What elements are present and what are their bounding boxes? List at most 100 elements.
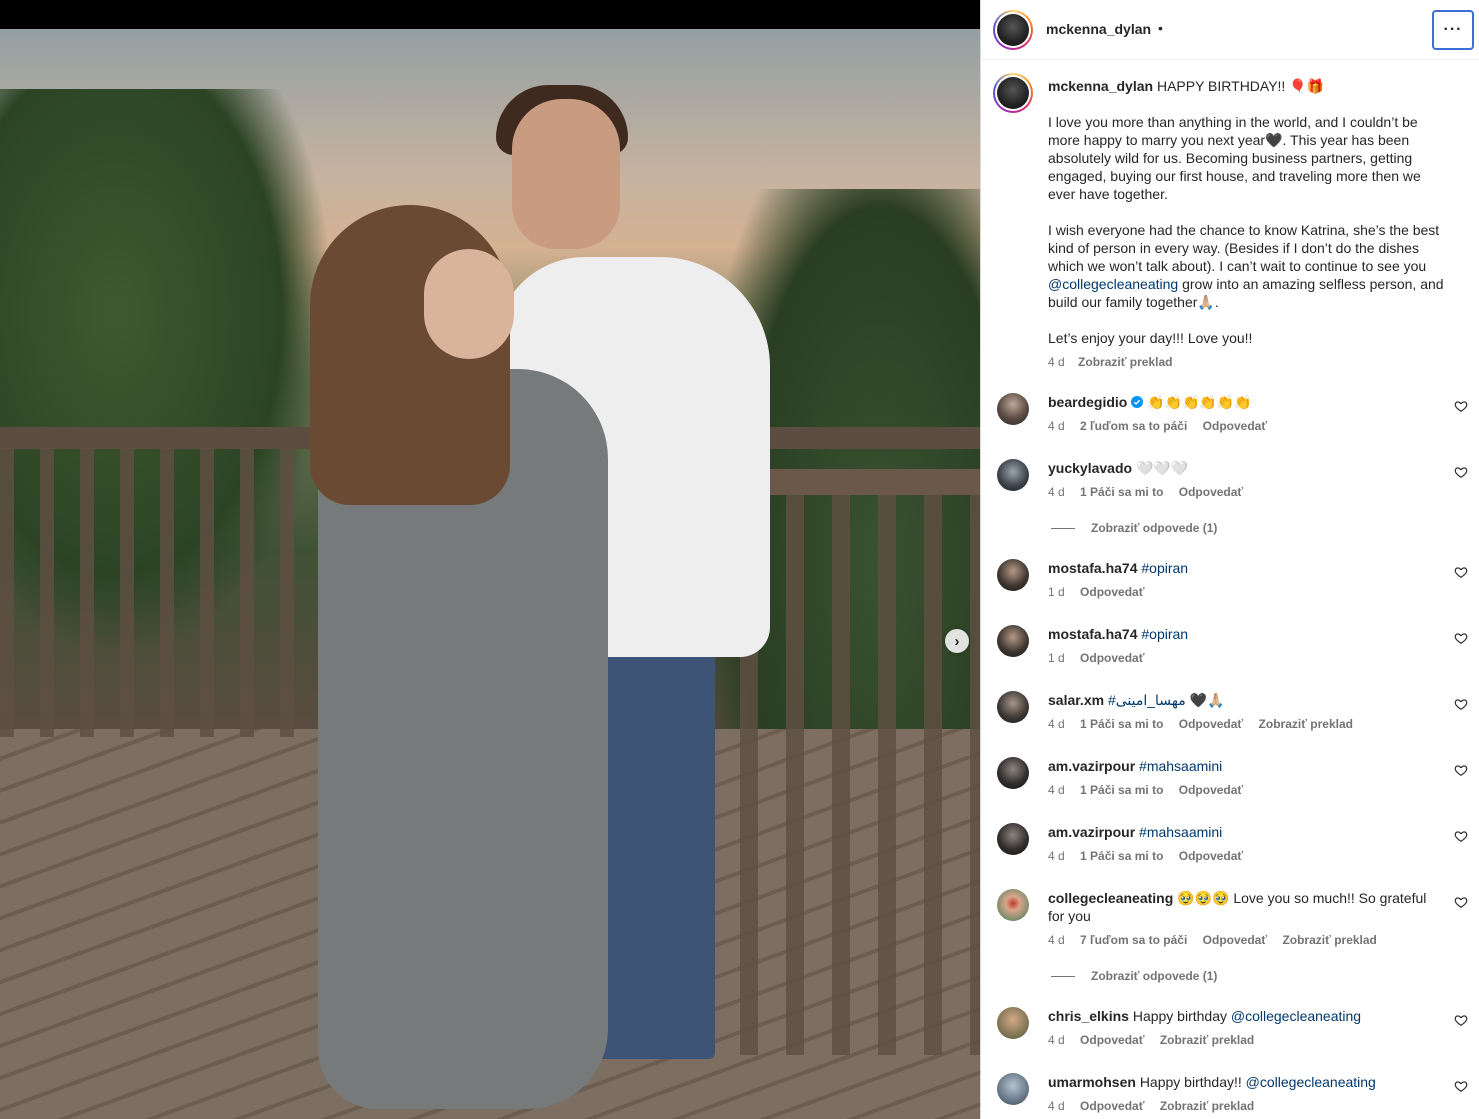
comment-time[interactable]: 4 d — [1048, 717, 1065, 731]
comment-time[interactable]: 4 d — [1048, 419, 1065, 433]
translate-link[interactable]: Zobraziť preklad — [1160, 1099, 1254, 1113]
comment-time[interactable]: 4 d — [1048, 1033, 1065, 1047]
comment-time[interactable]: 4 d — [1048, 783, 1065, 797]
next-photo-button[interactable]: › — [945, 629, 969, 653]
comment-meta: 4 d Odpovedať Zobraziť preklad — [1048, 1097, 1443, 1115]
translate-link[interactable]: Zobraziť preklad — [1078, 355, 1172, 369]
reply-button[interactable]: Odpovedať — [1080, 1033, 1144, 1047]
comment-username[interactable]: yuckylavado — [1048, 460, 1132, 476]
comment-meta: 4 d 1 Páči sa mi to Odpovedať — [1048, 847, 1443, 865]
comment-username[interactable]: umarmohsen — [1048, 1074, 1136, 1090]
translate-link[interactable]: Zobraziť preklad — [1282, 933, 1376, 947]
avatar[interactable] — [997, 625, 1029, 657]
comment-meta: 1 d Odpovedať — [1048, 583, 1443, 601]
photo-railing — [740, 495, 980, 1055]
reply-button[interactable]: Odpovedať — [1203, 933, 1267, 947]
chevron-right-icon: › — [954, 632, 960, 650]
caption-paragraph: I wish everyone had the chance to know K… — [1048, 222, 1444, 310]
heart-outline-icon[interactable] — [1454, 465, 1468, 479]
comment-time[interactable]: 4 d — [1048, 933, 1065, 947]
comment-text: 👏👏👏👏👏👏 — [1147, 394, 1252, 410]
comment-time[interactable]: 4 d — [1048, 485, 1065, 499]
divider — [1051, 975, 1075, 977]
heart-outline-icon[interactable] — [1454, 895, 1468, 909]
avatar[interactable] — [997, 393, 1029, 425]
heart-outline-icon[interactable] — [1454, 631, 1468, 645]
comment-username[interactable]: salar.xm — [1048, 692, 1104, 708]
comment-likes[interactable]: 1 Páči sa mi to — [1080, 849, 1163, 863]
heart-outline-icon[interactable] — [1454, 399, 1468, 413]
translate-link[interactable]: Zobraziť preklad — [1259, 717, 1353, 731]
photo-pane: › — [0, 0, 980, 1119]
reply-button[interactable]: Odpovedať — [1080, 1099, 1144, 1113]
caption-paragraph: I love you more than anything in the wor… — [1048, 114, 1421, 202]
comment-time[interactable]: 4 d — [1048, 1099, 1065, 1113]
comment-username[interactable]: mostafa.ha74 — [1048, 560, 1137, 576]
comment-likes[interactable]: 1 Páči sa mi to — [1080, 485, 1163, 499]
separator-dot: • — [1158, 20, 1163, 36]
reply-button[interactable]: Odpovedať — [1080, 585, 1144, 599]
view-replies-button[interactable]: Zobraziť odpovede (1) — [1051, 521, 1217, 535]
comment-time[interactable]: 1 d — [1048, 585, 1065, 599]
heart-outline-icon[interactable] — [1454, 565, 1468, 579]
heart-outline-icon[interactable] — [1454, 1079, 1468, 1093]
more-options-button[interactable]: ··· — [1432, 10, 1474, 50]
view-replies-button[interactable]: Zobraziť odpovede (1) — [1051, 969, 1217, 983]
hashtag-link[interactable]: #mahsaamini — [1139, 758, 1222, 774]
avatar[interactable] — [997, 889, 1029, 921]
reply-button[interactable]: Odpovedať — [1179, 849, 1243, 863]
avatar[interactable] — [997, 459, 1029, 491]
reply-button[interactable]: Odpovedať — [1203, 419, 1267, 433]
hashtag-link[interactable]: #opiran — [1141, 560, 1188, 576]
comment-meta: 4 d 1 Páči sa mi to Odpovedať — [1048, 483, 1443, 501]
comment-username[interactable]: chris_elkins — [1048, 1008, 1129, 1024]
translate-link[interactable]: Zobraziť preklad — [1160, 1033, 1254, 1047]
comment-time[interactable]: 1 d — [1048, 651, 1065, 665]
heart-outline-icon[interactable] — [1454, 697, 1468, 711]
hashtag-link[interactable]: #mahsaamini — [1139, 824, 1222, 840]
photo-top-bar — [0, 0, 980, 29]
heart-outline-icon[interactable] — [1454, 829, 1468, 843]
comment-meta: 4 d Odpovedať Zobraziť preklad — [1048, 1031, 1443, 1049]
avatar[interactable] — [997, 1007, 1029, 1039]
more-horizontal-icon: ··· — [1443, 21, 1463, 38]
caption-meta: 4 d Zobraziť preklad — [1048, 353, 1448, 371]
avatar[interactable] — [997, 559, 1029, 591]
comment-text: 🤍🤍🤍 — [1135, 460, 1189, 476]
comment-username[interactable]: am.vazirpour — [1048, 758, 1135, 774]
avatar[interactable] — [993, 73, 1033, 113]
mention-link[interactable]: @collegecleaneating — [1231, 1008, 1361, 1024]
avatar[interactable] — [997, 823, 1029, 855]
caption-time[interactable]: 4 d — [1048, 355, 1065, 369]
comment-username[interactable]: mostafa.ha74 — [1048, 626, 1137, 642]
comment-likes[interactable]: 1 Páči sa mi to — [1080, 717, 1163, 731]
heart-outline-icon[interactable] — [1454, 763, 1468, 777]
heart-outline-icon[interactable] — [1454, 1013, 1468, 1027]
photo-railing — [740, 469, 980, 495]
comments-list[interactable]: mckenna_dylan HAPPY BIRTHDAY!! 🎈🎁 I love… — [981, 61, 1479, 1119]
mention-link[interactable]: @collegecleaneating — [1048, 276, 1178, 292]
comment-text: Happy birthday!! — [1139, 1074, 1246, 1090]
comment-likes[interactable]: 7 ľuďom sa to páči — [1080, 933, 1187, 947]
hashtag-link[interactable]: #مهسا_امینی 🖤🙏🏼 — [1108, 692, 1225, 708]
reply-button[interactable]: Odpovedať — [1080, 651, 1144, 665]
reply-button[interactable]: Odpovedať — [1179, 485, 1243, 499]
avatar[interactable] — [997, 691, 1029, 723]
comment-likes[interactable]: 2 ľuďom sa to páči — [1080, 419, 1187, 433]
comment-likes[interactable]: 1 Páči sa mi to — [1080, 783, 1163, 797]
avatar[interactable] — [997, 757, 1029, 789]
comment-time[interactable]: 4 d — [1048, 849, 1065, 863]
reply-button[interactable]: Odpovedať — [1179, 783, 1243, 797]
comment-username[interactable]: am.vazirpour — [1048, 824, 1135, 840]
comment-meta: 4 d 1 Páči sa mi to Odpovedať — [1048, 781, 1443, 799]
post-photo[interactable] — [0, 29, 980, 1119]
avatar[interactable] — [997, 1073, 1029, 1105]
caption-username[interactable]: mckenna_dylan — [1048, 78, 1153, 94]
reply-button[interactable]: Odpovedať — [1179, 717, 1243, 731]
mention-link[interactable]: @collegecleaneating — [1246, 1074, 1376, 1090]
hashtag-link[interactable]: #opiran — [1141, 626, 1188, 642]
post-author-username[interactable]: mckenna_dylan — [1046, 21, 1151, 37]
comment-username[interactable]: beardegidio — [1048, 394, 1127, 410]
avatar[interactable] — [993, 10, 1033, 50]
comment-username[interactable]: collegecleaneating — [1048, 890, 1173, 906]
